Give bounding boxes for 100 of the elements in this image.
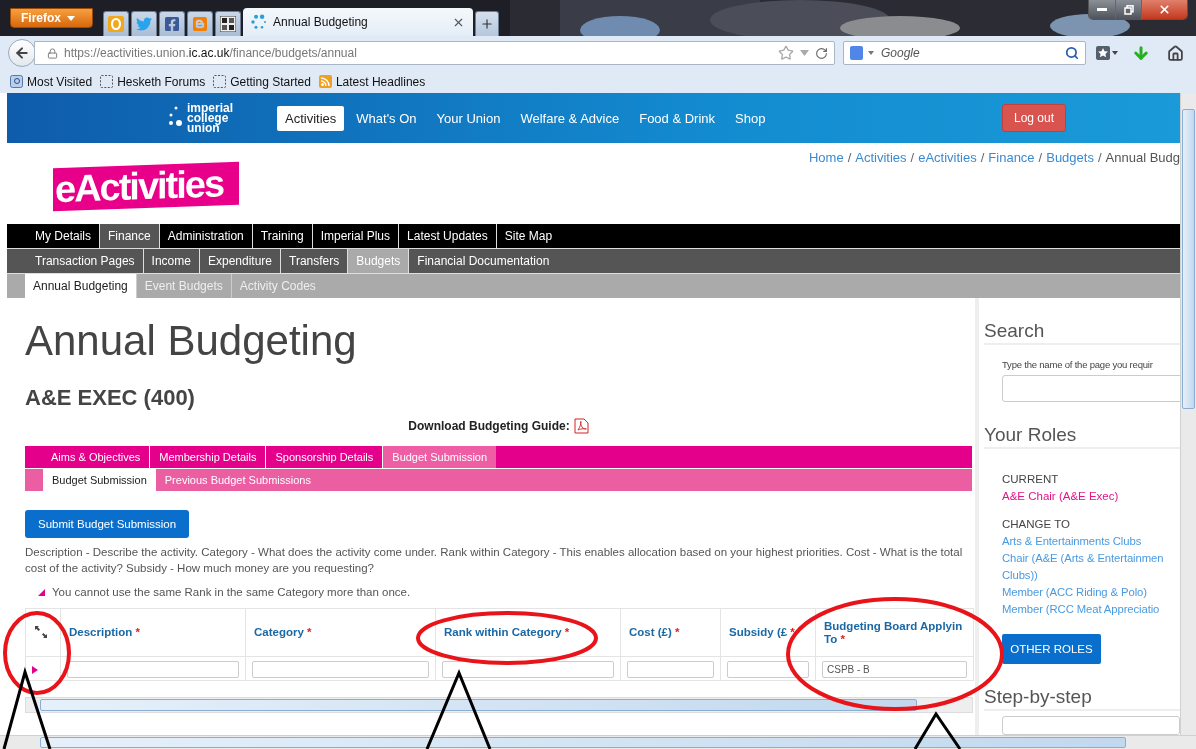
letter-b-icon <box>192 16 208 32</box>
role-link[interactable]: Arts & Entertainments Clubs <box>1002 533 1180 550</box>
home-icon <box>1166 44 1184 62</box>
section-tab[interactable]: Budget Submission <box>382 446 497 468</box>
column-label: Rank within Category * <box>444 626 570 639</box>
other-roles-button[interactable]: OTHER ROLES <box>1002 634 1101 664</box>
bookmark-star-icon <box>1096 46 1118 60</box>
breadcrumb-link[interactable]: Activities <box>855 150 907 165</box>
nav-link[interactable]: Food & Drink <box>631 105 724 131</box>
restore-button[interactable] <box>1115 0 1141 19</box>
section-tab[interactable]: Aims & Objectives <box>42 446 150 468</box>
search-hint: Type the name of the page you requir <box>1002 359 1154 370</box>
folder-icon <box>10 75 23 88</box>
spinner-icon <box>251 14 267 30</box>
minimize-button[interactable] <box>1089 0 1115 19</box>
breadcrumb-link[interactable]: eActivities <box>918 150 977 165</box>
bookmark-item[interactable]: Most Visited <box>10 74 93 89</box>
star-icon[interactable] <box>778 45 794 61</box>
role-link[interactable]: Member (RCC Meat Appreciatio <box>1002 601 1180 618</box>
expand-icon[interactable] <box>34 624 48 639</box>
warning-text: You cannot use the same Rank in the same Category more than once. <box>52 586 411 598</box>
search-engine-icon <box>850 46 863 60</box>
role-link[interactable]: Clubs)) <box>1002 567 1180 584</box>
address-field[interactable]: https://eactivities.union.ic.ac.uk/finance/budgets/annual <box>34 41 835 65</box>
breadcrumb-link[interactable]: Budgets <box>1046 150 1094 165</box>
download-icon <box>1132 44 1150 62</box>
close-icon <box>1158 3 1171 16</box>
input-field[interactable]: CSPB - B <box>822 661 967 678</box>
current-role-label: A&E Chair (A&E Exec) <box>1002 489 1120 504</box>
letter-f-icon <box>164 16 180 32</box>
nav-link[interactable]: Activities <box>277 105 345 131</box>
search-bar[interactable]: Google <box>843 41 1086 65</box>
breadcrumb-link[interactable]: Finance <box>988 150 1035 165</box>
nav-link[interactable]: Welfare & Advice <box>512 105 628 131</box>
firefox-button[interactable]: Firefox <box>10 8 93 28</box>
nav-link[interactable]: Your Union <box>428 105 509 131</box>
page-title: Annual Budgeting <box>25 316 358 366</box>
input-field[interactable] <box>1002 375 1180 402</box>
grid-icon <box>220 16 236 32</box>
menu-item[interactable]: Finance <box>99 224 159 248</box>
back-button[interactable] <box>8 39 36 67</box>
menu-item[interactable]: My Details <box>27 224 99 248</box>
letter-o-icon <box>108 16 124 32</box>
description-text: Description - Describe the activity. Category - What does the activity come under. Rank within Category - This enables allocation based on your highest priorities. Cost - What is the total cost of the activity? Subsidy - How much money are you requesting? <box>25 545 964 576</box>
minimize-icon <box>1097 8 1107 11</box>
menu-item[interactable]: Annual Budgeting <box>25 274 136 298</box>
row-marker-icon <box>32 665 38 674</box>
role-label: CHANGE TO <box>1002 517 1071 532</box>
group-heading: A&E EXEC (400) <box>25 384 196 412</box>
plus-icon <box>480 17 494 31</box>
input-field[interactable] <box>627 661 714 678</box>
current-page-label: Annual Budg <box>1105 150 1180 165</box>
lock-icon <box>47 47 58 59</box>
close-button[interactable] <box>1141 0 1187 19</box>
menu-item[interactable]: Transaction Pages <box>27 249 143 273</box>
bookmark-item[interactable]: Hesketh Forums <box>100 74 206 89</box>
back-icon <box>14 45 30 61</box>
input-field[interactable] <box>727 661 809 678</box>
role-link[interactable]: Member (ACC Riding & Polo) <box>1002 584 1180 601</box>
breadcrumb-separator: / <box>980 150 985 165</box>
site-logo-text: imperial college union <box>187 103 234 133</box>
page-icon <box>100 75 114 88</box>
caret-icon <box>868 51 874 55</box>
feed-icon <box>318 75 332 88</box>
browser-tab[interactable]: Annual Budgeting <box>243 8 473 36</box>
bird-icon <box>136 16 152 32</box>
section-tab[interactable]: Membership Details <box>149 446 266 468</box>
breadcrumb-link[interactable]: Home <box>808 150 844 165</box>
column-label: Cost (£) * <box>629 626 680 639</box>
breadcrumb-separator: / <box>1038 150 1043 165</box>
breadcrumb-separator: / <box>847 150 852 165</box>
nav-link[interactable]: What's On <box>348 105 425 131</box>
triangle-icon <box>38 588 45 596</box>
sub-tab[interactable]: Budget Submission <box>43 469 156 491</box>
input-field[interactable] <box>67 661 239 678</box>
bookmark-item[interactable]: Latest Headlines <box>318 74 426 89</box>
download-label: Download Budgeting Guide: <box>408 419 570 433</box>
submit-button[interactable]: Submit Budget Submission <box>25 510 190 538</box>
column-label: Subsidy (£ * <box>729 626 795 639</box>
column-label: Category * <box>254 626 312 639</box>
bookmark-item[interactable]: Getting Started <box>213 74 311 89</box>
breadcrumb-separator: / <box>910 150 915 165</box>
pinned-tab[interactable] <box>215 11 241 36</box>
logout-button[interactable]: Log out <box>1002 104 1066 132</box>
restore-icon <box>1123 4 1134 15</box>
new-tab-button[interactable] <box>475 11 499 36</box>
page-icon <box>213 75 227 88</box>
sub-tab[interactable]: Previous Budget Submissions <box>155 469 320 491</box>
pdf-icon[interactable] <box>573 418 589 434</box>
reload-icon[interactable] <box>815 46 828 60</box>
caret-icon <box>67 15 75 21</box>
brand-logo: eActivities <box>53 161 239 212</box>
role-label: CURRENT <box>1002 472 1060 487</box>
search-icon[interactable] <box>1065 46 1079 60</box>
nav-link[interactable]: Shop <box>727 105 774 131</box>
column-label: Budgeting Board Applyin To * <box>824 619 963 646</box>
role-link[interactable]: Chair (A&E (Arts & Entertainmen <box>1002 550 1180 567</box>
input-field[interactable] <box>252 661 429 678</box>
column-label: Description * <box>69 626 140 639</box>
breadcrumb-separator: / <box>1097 150 1102 165</box>
